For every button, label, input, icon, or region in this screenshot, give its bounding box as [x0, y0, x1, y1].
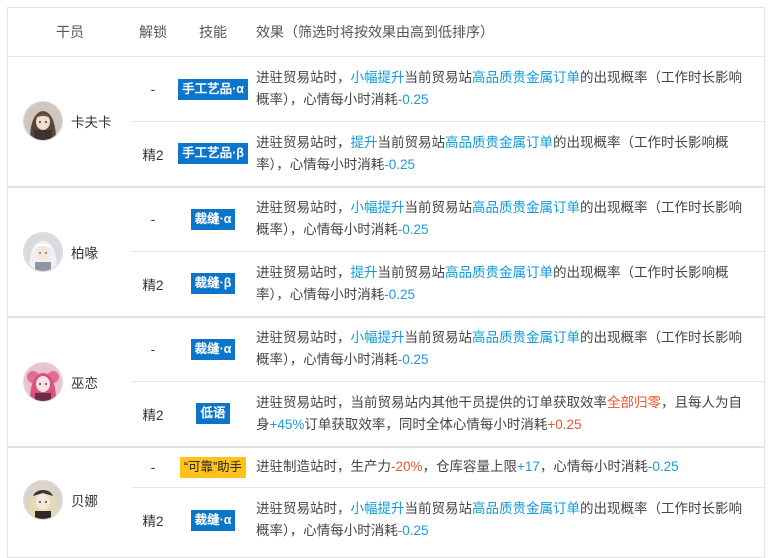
beanstalk-avatar-icon[interactable]: [24, 481, 62, 519]
skill-badge[interactable]: “可靠”助手: [179, 456, 247, 478]
effect-text: 当前贸易站: [377, 134, 446, 150]
skill-badge[interactable]: 裁缝·α: [190, 208, 236, 230]
effect-text: 进驻贸易站时，: [256, 501, 351, 517]
effect-highlight: -20%: [391, 459, 423, 475]
effect-highlight: 全部归零: [607, 394, 661, 410]
unlock-cell: 精2: [142, 514, 164, 530]
effect-highlight: -0.25: [397, 352, 429, 368]
effect-text: 进驻贸易站时，: [256, 70, 351, 85]
effect-cell: 进驻贸易站时，提升当前贸易站高品质贵金属订单的出现概率（工作时长影响概率），心情…: [252, 121, 764, 188]
effect-highlight: 高品质贵金属订单: [472, 330, 580, 346]
effect-text: ，心情每小时消耗: [539, 459, 648, 475]
effect-highlight: 高品质贵金属订单: [445, 264, 553, 280]
table-row: 柏喙 - 裁缝·α 进驻贸易站时，小幅提升当前贸易站高品质贵金属订单的出现概率（…: [8, 186, 764, 318]
operator-name[interactable]: 贝娜: [71, 490, 98, 510]
skill-cell: 裁缝·α: [174, 186, 252, 252]
effect-highlight: -0.25: [384, 156, 416, 172]
skill-badge[interactable]: 裁缝·β: [190, 273, 236, 295]
operator-cell[interactable]: 柏喙: [8, 186, 132, 318]
effect-text: 进驻贸易站时，: [256, 264, 351, 280]
effect-text: 进驻贸易站时，: [256, 134, 351, 150]
shamare-avatar-icon[interactable]: [24, 362, 62, 401]
unlock-cell: -: [132, 56, 174, 122]
skill-cell: 裁缝·α: [174, 488, 252, 553]
table-header-row: 干员 解锁 技能 效果（筛选时将按效果由高到低排序）: [8, 8, 764, 57]
effect-cell: 进驻贸易站时，小幅提升当前贸易站高品质贵金属订单的出现概率（工作时长影响概率），…: [252, 488, 764, 553]
effect-text: ，仓库容量上限: [422, 459, 518, 475]
unlock-cell: -: [132, 316, 174, 382]
effect-text: 进驻制造站时，生产力: [256, 459, 391, 475]
header-skill[interactable]: 技能: [174, 8, 252, 57]
effect-highlight: +17: [517, 459, 540, 475]
unlock-cell: -: [132, 446, 174, 488]
effect-highlight: -0.25: [647, 459, 679, 475]
header-effect[interactable]: 效果（筛选时将按效果由高到低排序）: [252, 8, 764, 57]
skill-cell: 裁缝·β: [174, 251, 252, 318]
table-row: 巫恋 - 裁缝·α 进驻贸易站时，小幅提升当前贸易站高品质贵金属订单的出现概率（…: [8, 316, 764, 448]
effect-highlight: 提升: [350, 264, 378, 280]
bibeak-avatar-icon[interactable]: [24, 232, 62, 271]
unlock-cell: 精2: [132, 121, 174, 188]
kafka-avatar-icon[interactable]: [24, 102, 62, 141]
effect-highlight: 高品质贵金属订单: [472, 200, 580, 216]
effect-text: 当前贸易站: [404, 70, 473, 85]
skill-badge[interactable]: 手工艺品·β: [178, 143, 248, 165]
effect-cell: 进驻贸易站时，小幅提升当前贸易站高品质贵金属订单的出现概率（工作时长影响概率），…: [252, 56, 764, 122]
effect-highlight: -0.25: [397, 92, 429, 107]
effect-cell: 进驻贸易站时，小幅提升当前贸易站高品质贵金属订单的出现概率（工作时长影响概率），…: [252, 316, 764, 382]
header-operator[interactable]: 干员: [8, 8, 132, 57]
skill-cell: 低语: [174, 381, 252, 448]
table-row: 贝娜 - “可靠”助手 进驻制造站时，生产力-20%，仓库容量上限+17，心情每…: [8, 446, 764, 519]
effect-highlight: +45%: [269, 416, 305, 432]
skill-badge[interactable]: 手工艺品·α: [178, 78, 248, 100]
effect-highlight: 小幅提升: [350, 200, 405, 216]
effect-highlight: -0.25: [384, 286, 416, 302]
effect-highlight: -0.25: [397, 523, 429, 539]
effect-text: 当前贸易站: [377, 264, 446, 280]
skill-badge[interactable]: 低语: [196, 403, 230, 425]
effect-highlight: 高品质贵金属订单: [472, 501, 580, 517]
operator-name[interactable]: 巫恋: [71, 372, 98, 392]
effect-highlight: 小幅提升: [350, 70, 405, 85]
skill-cell: 裁缝·α: [174, 316, 252, 382]
skill-table-panel: 干员 解锁 技能 效果（筛选时将按效果由高到低排序） 卡夫卡 - 手工艺品·α …: [7, 7, 765, 558]
effect-text: 当前贸易站: [404, 200, 473, 216]
effect-text: 订单获取效率，同时全体心情每小时消耗: [304, 416, 548, 432]
operator-cell[interactable]: 巫恋: [8, 316, 132, 448]
effect-text: 当前贸易站: [404, 501, 473, 517]
effect-highlight: 小幅提升: [350, 501, 405, 517]
effect-highlight: 高品质贵金属订单: [445, 134, 553, 150]
effect-cell: 进驻贸易站时，小幅提升当前贸易站高品质贵金属订单的出现概率（工作时长影响概率），…: [252, 186, 764, 252]
effect-text: 进驻贸易站时，当前贸易站内其他干员提供的订单获取效率: [256, 394, 607, 410]
unlock-cell: 精2: [132, 251, 174, 318]
unlock-cell: -: [132, 186, 174, 252]
base-skill-table: 干员 解锁 技能 效果（筛选时将按效果由高到低排序） 卡夫卡 - 手工艺品·α …: [8, 8, 764, 553]
effect-cell: 进驻贸易站时，提升当前贸易站高品质贵金属订单的出现概率（工作时长影响概率），心情…: [252, 251, 764, 318]
effect-cell: 进驻制造站时，生产力-20%，仓库容量上限+17，心情每小时消耗-0.25: [252, 446, 764, 488]
effect-highlight: 小幅提升: [350, 330, 405, 346]
header-unlock[interactable]: 解锁: [132, 8, 174, 57]
effect-cell: 进驻贸易站时，当前贸易站内其他干员提供的订单获取效率全部归零，且每人为自身+45…: [252, 381, 764, 448]
skill-cell: 手工艺品·β: [174, 121, 252, 188]
effect-text: 进驻贸易站时，: [256, 200, 351, 216]
table-row: 卡夫卡 - 手工艺品·α 进驻贸易站时，小幅提升当前贸易站高品质贵金属订单的出现…: [8, 56, 764, 188]
effect-highlight: 高品质贵金属订单: [472, 70, 580, 85]
skill-badge[interactable]: 裁缝·α: [190, 509, 236, 531]
operator-name[interactable]: 柏喙: [71, 242, 98, 262]
effect-text: 当前贸易站: [404, 330, 473, 346]
operator-cell[interactable]: 贝娜: [8, 447, 132, 553]
skill-cell: 手工艺品·α: [174, 56, 252, 122]
operator-name[interactable]: 卡夫卡: [71, 111, 112, 131]
effect-highlight: 提升: [350, 134, 378, 150]
skill-cell: “可靠”助手: [174, 446, 252, 488]
effect-highlight: +0.25: [547, 416, 582, 432]
effect-text: 进驻贸易站时，: [256, 330, 351, 346]
skill-badge[interactable]: 裁缝·α: [190, 338, 236, 360]
effect-highlight: -0.25: [397, 222, 429, 238]
unlock-cell: 精2: [132, 381, 174, 448]
operator-cell[interactable]: 卡夫卡: [8, 56, 132, 188]
